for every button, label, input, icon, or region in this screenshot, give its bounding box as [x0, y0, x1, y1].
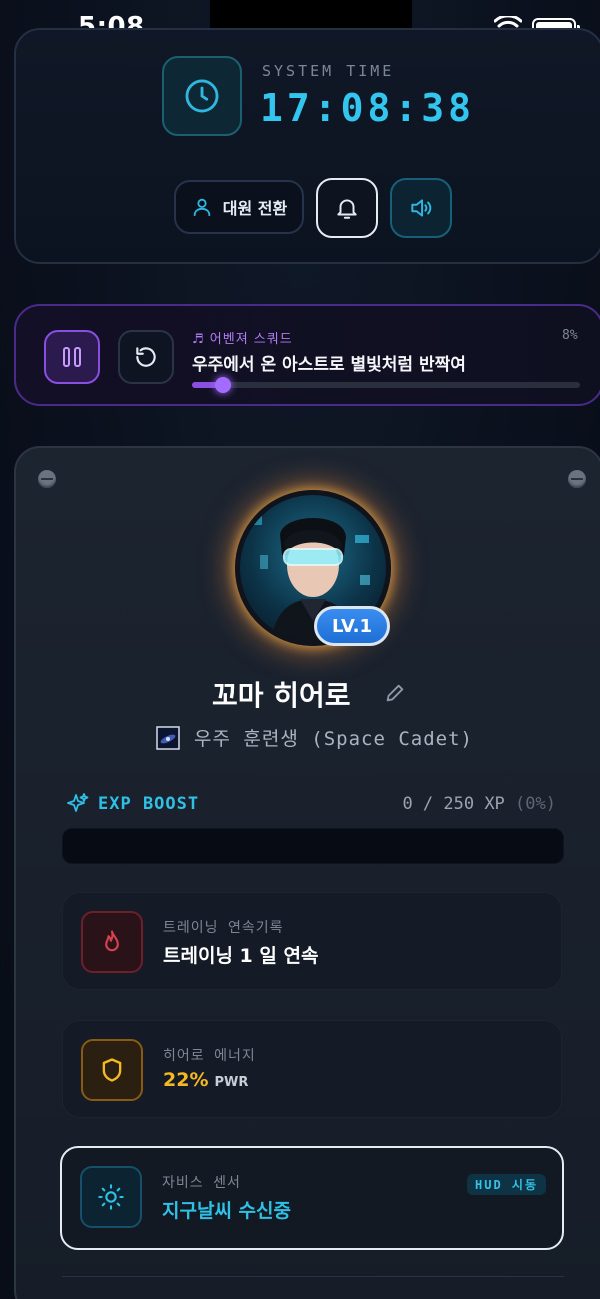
system-time-panel: SYSTEM TIME 17:08:38 대원 전환 [14, 28, 600, 264]
sun-icon-box [80, 1166, 142, 1228]
hud-status-badge: HUD 시동 [467, 1174, 546, 1195]
edit-icon[interactable] [384, 682, 406, 704]
hero-rank-row: 우주 훈련생 (Space Cadet) [156, 724, 473, 751]
pause-button[interactable] [44, 330, 100, 384]
energy-label: 히어로 에너지 [163, 1048, 256, 1064]
playlist-name: ♬ 어벤져 스쿼드 [192, 332, 293, 347]
clock-icon-box [162, 56, 242, 136]
replay-icon [136, 347, 156, 367]
replay-button[interactable] [118, 330, 174, 384]
user-icon [193, 198, 211, 217]
jarvis-value: 지구날씨 수신중 [162, 1200, 291, 1222]
sound-toggle-button[interactable] [390, 178, 452, 238]
exp-value: 0 / 250 XP [402, 794, 505, 814]
energy-unit: PWR [214, 1075, 249, 1090]
energy-value-row: 22% PWR [163, 1069, 248, 1091]
streak-label: 트레이닝 연속기록 [163, 920, 284, 936]
galaxy-image-icon [156, 725, 180, 750]
exp-percent: (0%) [515, 794, 556, 814]
exp-value-text: 0 / 250 XP (0%) [402, 794, 556, 814]
energy-value: 22% [163, 1069, 209, 1091]
exp-header: EXP BOOST 0 / 250 XP (0%) [66, 793, 556, 816]
hero-profile-card: LV.1 꼬마 히어로 우주 훈련생 (Space Cadet) EXP BOO… [14, 446, 600, 1299]
playback-progress-knob[interactable] [215, 377, 232, 393]
track-title: 우주에서 온 아스트로 별빛처럼 반짝여 [192, 355, 466, 375]
switch-member-label: 대원 전환 [222, 199, 288, 218]
training-streak-card[interactable]: 트레이닝 연속기록 트레이닝 1 일 연속 [62, 892, 562, 990]
switch-member-button[interactable]: 대원 전환 [174, 180, 304, 234]
exp-label: EXP BOOST [98, 794, 200, 814]
playback-percent: 8% [562, 328, 578, 343]
speaker-icon [411, 199, 432, 217]
playback-progress-track[interactable] [192, 377, 580, 393]
system-time-label: SYSTEM TIME [262, 62, 395, 80]
jarvis-label: 자비스 센서 [162, 1175, 241, 1191]
pause-icon [63, 347, 81, 367]
shield-icon-box [81, 1039, 143, 1101]
sun-icon [98, 1184, 124, 1210]
jarvis-sensor-card[interactable]: 자비스 센서 지구날씨 수신중 HUD 시동 [60, 1146, 564, 1250]
flame-icon-box [81, 911, 143, 973]
screw-decoration [38, 470, 56, 488]
shield-icon [102, 1058, 122, 1082]
hero-energy-card[interactable]: 히어로 에너지 22% PWR [62, 1020, 562, 1118]
bell-icon [337, 199, 357, 219]
streak-value: 트레이닝 1 일 연속 [163, 945, 319, 967]
flame-icon [105, 930, 119, 952]
hero-name: 꼬마 히어로 [212, 679, 351, 712]
music-player: ♬ 어벤져 스쿼드 8% 우주에서 온 아스트로 별빛처럼 반짝여 [14, 304, 600, 406]
clock-icon [185, 79, 219, 113]
divider [62, 1276, 564, 1277]
notification-button[interactable] [316, 178, 378, 238]
screw-decoration [568, 470, 586, 488]
exp-progress-bar [62, 828, 564, 864]
sparkle-icon [67, 793, 89, 812]
level-badge: LV.1 [314, 606, 390, 646]
hero-rank: 우주 훈련생 (Space Cadet) [194, 728, 473, 750]
system-time-value: 17:08:38 [260, 86, 476, 130]
